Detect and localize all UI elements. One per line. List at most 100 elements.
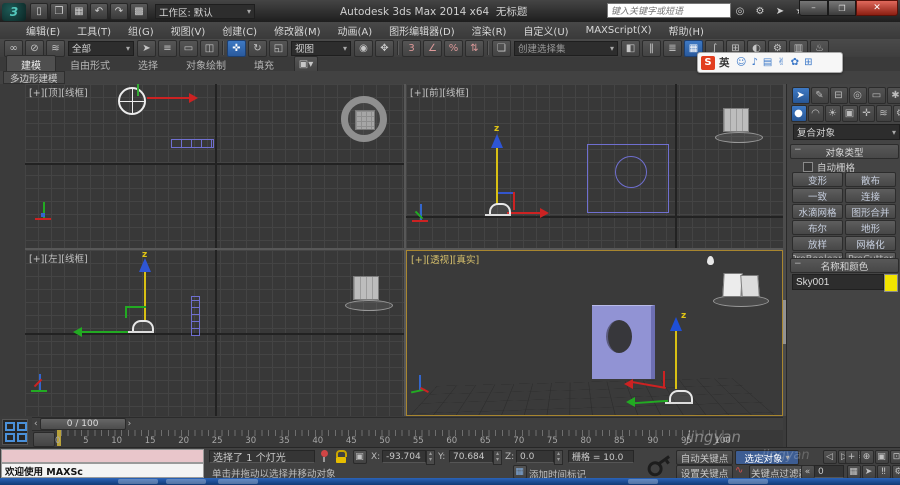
ime-mode-toggle[interactable]: 英 bbox=[719, 55, 730, 70]
select-by-name-icon[interactable]: ≡ bbox=[158, 40, 177, 57]
menu-item[interactable]: 创建(C) bbox=[222, 23, 257, 38]
menu-item[interactable]: 工具(T) bbox=[77, 23, 111, 38]
percent-snap-icon[interactable]: % bbox=[444, 40, 463, 57]
skylight-helper-icon[interactable] bbox=[723, 108, 749, 132]
menu-item[interactable]: 动画(A) bbox=[338, 23, 373, 38]
mini-curve-editor-icon[interactable]: ⚙ bbox=[892, 465, 900, 479]
name-color-rollout-header[interactable]: − 名称和颜色 bbox=[790, 258, 899, 273]
select-and-move-icon[interactable]: ✜ bbox=[227, 40, 246, 57]
menu-item[interactable]: 自定义(U) bbox=[523, 23, 568, 38]
object-type-button[interactable]: 放样 bbox=[792, 236, 843, 251]
selection-set-filter-dropdown[interactable]: 选定对象▾ bbox=[735, 450, 799, 465]
systems-icon[interactable]: ⚙ bbox=[893, 105, 900, 122]
y-spinner[interactable]: ▴▾ bbox=[493, 450, 502, 465]
unlink-selection-icon[interactable]: ⊘ bbox=[25, 40, 44, 57]
gizmo-x-axis[interactable] bbox=[147, 97, 189, 99]
gizmo-plane-handle[interactable] bbox=[125, 306, 146, 308]
angle-snap-icon[interactable]: ∠ bbox=[423, 40, 442, 57]
workspace-dropdown[interactable]: 工作区: 默认▾ bbox=[155, 4, 255, 19]
spinner-snap-icon[interactable]: ⇅ bbox=[465, 40, 484, 57]
taskbar-app[interactable] bbox=[628, 479, 658, 484]
display-tab-icon[interactable]: ▭ bbox=[868, 87, 886, 104]
snap-toggle-3d-icon[interactable]: 3 bbox=[402, 40, 421, 57]
object-type-button[interactable]: 网格化 bbox=[845, 236, 896, 251]
mirror-icon[interactable]: ◧ bbox=[621, 40, 640, 57]
current-frame-field[interactable]: 0 bbox=[814, 465, 844, 478]
gizmo-x-axis[interactable] bbox=[507, 212, 541, 214]
object-type-button[interactable]: 布尔 bbox=[792, 220, 843, 235]
open-file-icon[interactable]: ❒ bbox=[50, 3, 68, 20]
ime-mic-icon[interactable]: ♪ bbox=[751, 57, 757, 68]
collapse-icon[interactable]: − bbox=[794, 145, 802, 155]
set-keys-key-icon[interactable] bbox=[642, 448, 675, 479]
x-coordinate-field[interactable]: -93.704 bbox=[382, 450, 426, 463]
sign-in-icon[interactable]: ➤ bbox=[771, 3, 789, 20]
select-object-icon[interactable]: ➤ bbox=[137, 40, 156, 57]
hierarchy-tab-icon[interactable]: ⊟ bbox=[830, 87, 848, 104]
time-slider-track[interactable]: ‹ 0 / 100 › bbox=[32, 417, 783, 431]
taskbar-app[interactable] bbox=[218, 479, 258, 484]
viewport-front[interactable]: [+][前][线框] z bbox=[406, 84, 783, 248]
skylight-helper-icon[interactable] bbox=[740, 275, 760, 297]
go-to-start-icon[interactable]: « bbox=[801, 465, 815, 479]
wrench-icon[interactable]: ⚙ bbox=[751, 3, 769, 20]
zoom-icon[interactable]: + bbox=[845, 450, 859, 464]
z-spinner[interactable]: ▴▾ bbox=[554, 450, 563, 465]
gizmo-y-axis[interactable] bbox=[137, 84, 139, 96]
gizmo-z-axis[interactable] bbox=[144, 272, 146, 322]
modify-tab-icon[interactable]: ✎ bbox=[811, 87, 829, 104]
menu-item[interactable]: MAXScript(X) bbox=[586, 25, 652, 36]
gizmo-y-axis[interactable] bbox=[82, 331, 130, 333]
ime-emoji-icon[interactable]: ☺ bbox=[736, 57, 746, 68]
ime-hand-icon[interactable]: ✌ bbox=[777, 57, 785, 68]
window-crossing-icon[interactable]: ◫ bbox=[200, 40, 219, 57]
wall-object-left[interactable] bbox=[191, 296, 200, 336]
z-coordinate-field[interactable]: 0.0 bbox=[516, 450, 554, 463]
maximize-button[interactable]: ❐ bbox=[828, 0, 856, 16]
menu-item[interactable]: 编辑(E) bbox=[26, 23, 60, 38]
key-mode-toggle-icon[interactable]: ‼ bbox=[877, 465, 891, 479]
object-type-button[interactable]: 变形 bbox=[792, 172, 843, 187]
gizmo-plane-handle[interactable] bbox=[498, 192, 514, 194]
select-and-manipulate-icon[interactable]: ✥ bbox=[375, 40, 394, 57]
reference-coordinate-dropdown[interactable]: 视图▾ bbox=[291, 41, 351, 56]
time-slider-handle[interactable]: 0 / 100 bbox=[40, 418, 126, 430]
selection-lock-icon[interactable] bbox=[336, 450, 347, 463]
rectangular-selection-region-icon[interactable]: ▭ bbox=[179, 40, 198, 57]
ime-toolbox-icon[interactable]: ⊞ bbox=[804, 57, 812, 68]
absolute-mode-toggle-icon[interactable]: ▣ bbox=[353, 450, 367, 464]
layer-manager-icon[interactable]: ≣ bbox=[663, 40, 682, 57]
gizmo-z-axis[interactable] bbox=[675, 331, 677, 389]
menu-item[interactable]: 组(G) bbox=[128, 23, 154, 38]
viewport-front-label[interactable]: [+][前][线框] bbox=[410, 85, 469, 99]
object-type-button[interactable]: 地形 bbox=[845, 220, 896, 235]
isolate-selection-icon[interactable] bbox=[319, 450, 329, 463]
sogou-logo[interactable]: S bbox=[701, 56, 715, 70]
use-pivot-point-center-icon[interactable]: ◉ bbox=[354, 40, 373, 57]
taskbar-app[interactable] bbox=[166, 479, 206, 484]
wall-object-top[interactable] bbox=[171, 139, 214, 148]
isolate-toggle-icon[interactable] bbox=[33, 432, 55, 447]
viewport-top[interactable]: [+][顶][线框] bbox=[25, 84, 404, 248]
close-button[interactable]: ✕ bbox=[856, 0, 898, 16]
object-type-button[interactable]: 连接 bbox=[845, 188, 896, 203]
menu-item[interactable]: 渲染(R) bbox=[472, 23, 507, 38]
y-coordinate-field[interactable]: 70.684 bbox=[449, 450, 493, 463]
save-file-icon[interactable]: ▦ bbox=[70, 3, 88, 20]
object-type-button[interactable]: 散布 bbox=[845, 172, 896, 187]
menu-item[interactable]: 视图(V) bbox=[171, 23, 206, 38]
utilities-tab-icon[interactable]: ✱ bbox=[887, 87, 900, 104]
geometry-icon[interactable]: ● bbox=[791, 105, 807, 122]
viewport-perspective-label[interactable]: [+][透视][真实] bbox=[411, 252, 479, 266]
helpers-icon[interactable]: ✛ bbox=[859, 105, 875, 122]
shapes-icon[interactable]: ◠ bbox=[808, 105, 824, 122]
object-type-button[interactable]: 一致 bbox=[792, 188, 843, 203]
edit-named-selection-sets-icon[interactable]: ❏ bbox=[492, 40, 511, 57]
maxscript-listener-white[interactable]: 欢迎使用 MAXSc bbox=[1, 463, 204, 478]
track-bar[interactable]: 0510152025303540455055606570758085909510… bbox=[55, 430, 783, 447]
object-type-button[interactable]: 图形合并 bbox=[845, 204, 896, 219]
zoom-extents-icon[interactable]: ▣ bbox=[875, 450, 889, 464]
go-to-end-icon[interactable]: ➤ bbox=[862, 465, 876, 479]
cameras-icon[interactable]: ▣ bbox=[842, 105, 858, 122]
auto-key-button[interactable]: 自动关键点 bbox=[676, 450, 733, 465]
